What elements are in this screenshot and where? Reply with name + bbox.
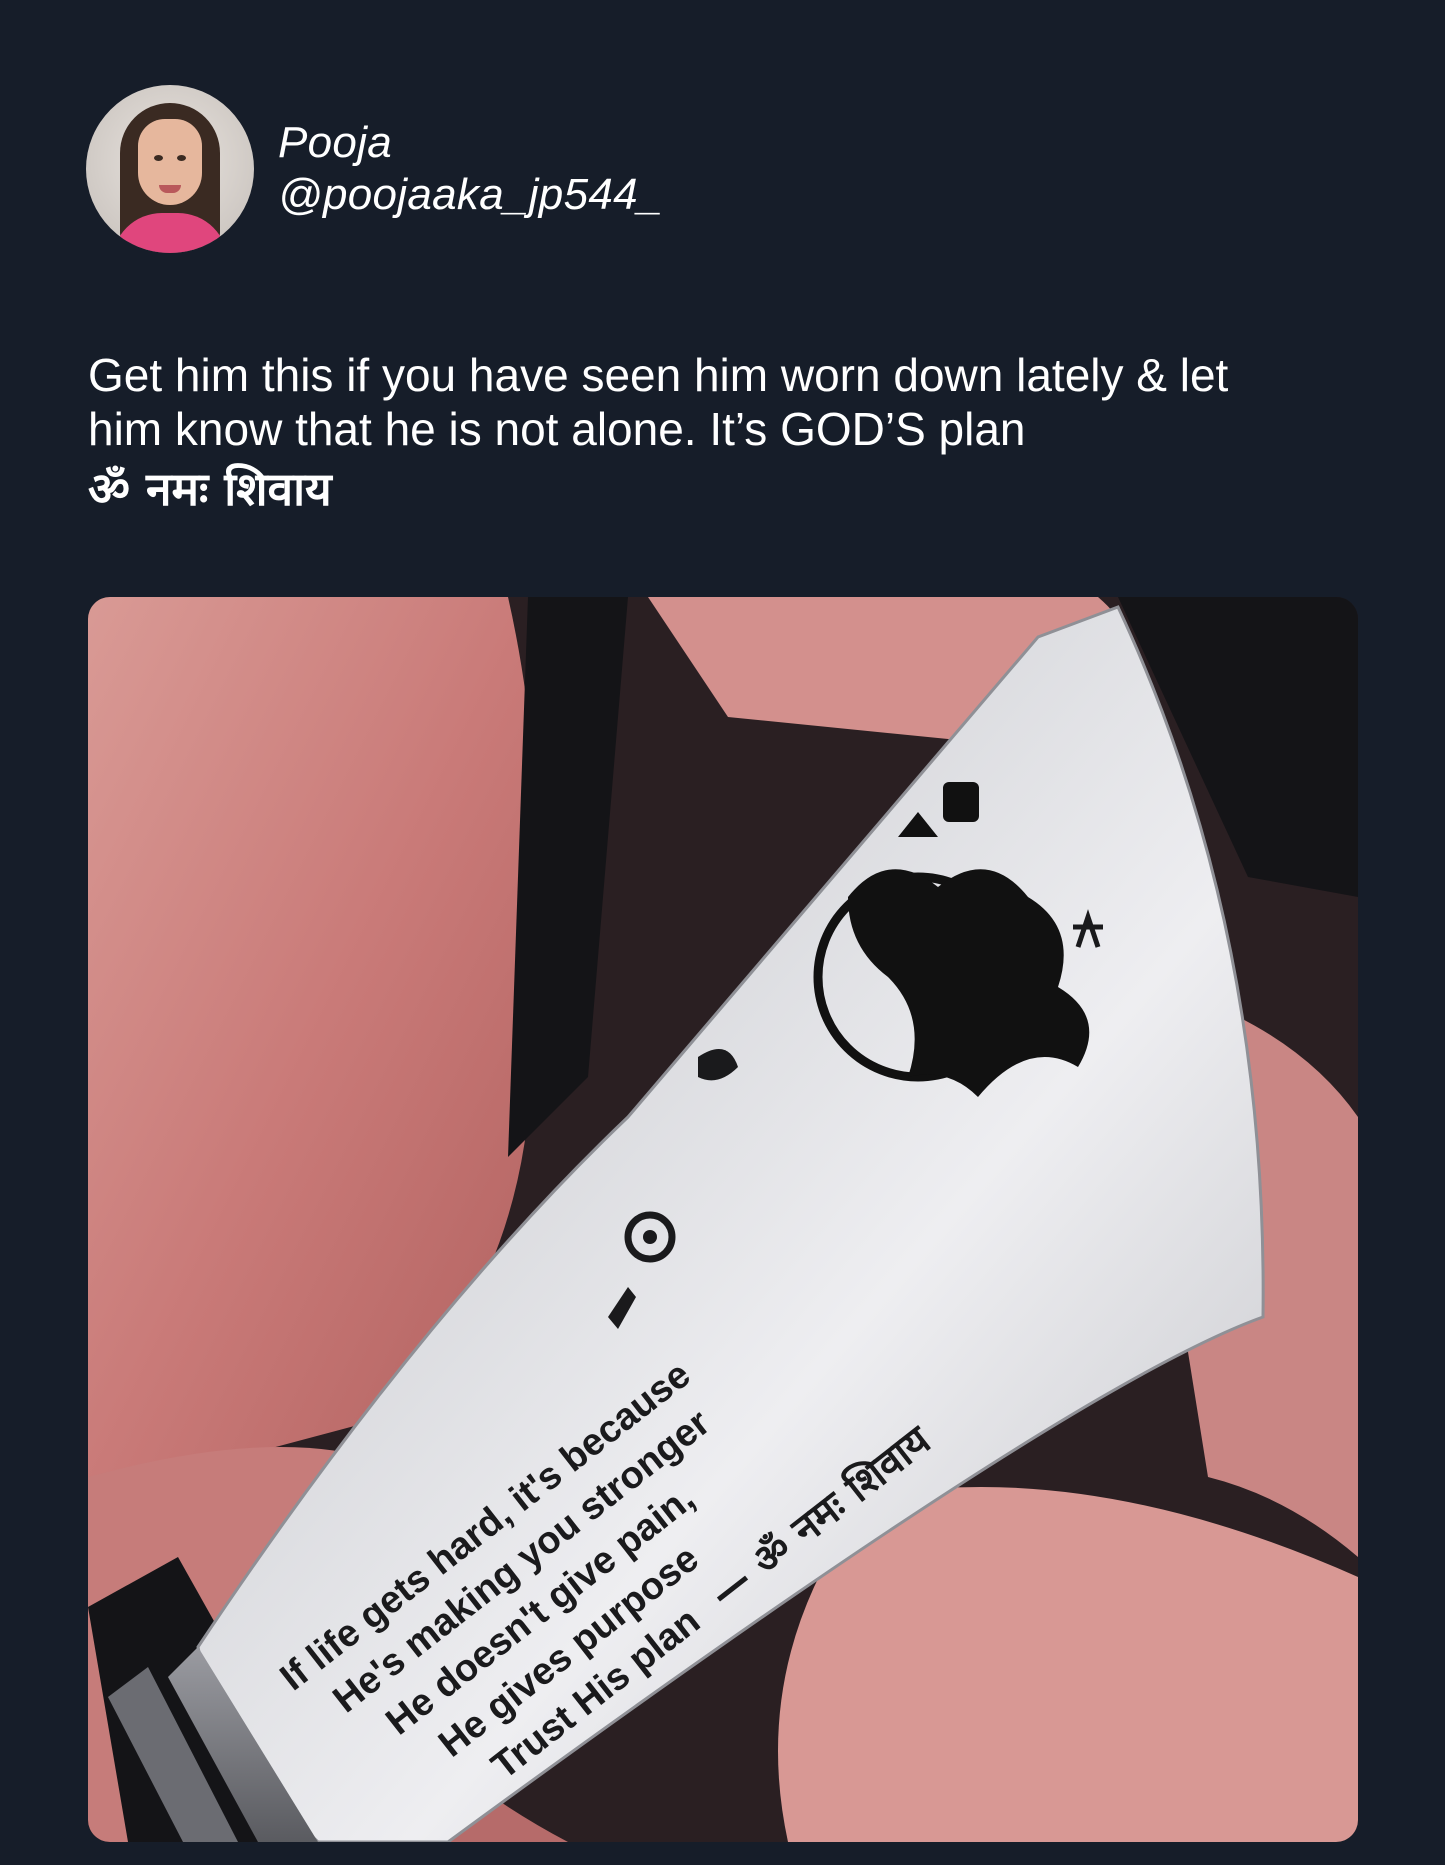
- avatar[interactable]: [86, 85, 254, 253]
- tweet-media[interactable]: If life gets hard, it's because He's mak…: [88, 597, 1358, 1842]
- tweet-text-line: Get him this if you have seen him worn d…: [88, 349, 1229, 401]
- tweet-card: Pooja @poojaaka_jp544_ Get him this if y…: [0, 0, 1445, 1865]
- tweet-header: Pooja @poojaaka_jp544_: [86, 84, 663, 254]
- author-handle[interactable]: @poojaaka_jp544_: [278, 169, 663, 221]
- avatar-eye: [154, 155, 163, 161]
- avatar-eye: [177, 155, 186, 161]
- bracelet-photo: If life gets hard, it's because He's mak…: [88, 597, 1358, 1842]
- tweet-text: Get him this if you have seen him worn d…: [88, 348, 1388, 516]
- author-display-name[interactable]: Pooja: [278, 117, 663, 169]
- tweet-text-mantra: ॐ नमः शिवाय: [88, 462, 332, 516]
- target-center-icon: [643, 1230, 657, 1244]
- tweet-text-line: him know that he is not alone. It’s GOD’…: [88, 403, 1026, 455]
- author-names: Pooja @poojaaka_jp544_: [278, 117, 663, 221]
